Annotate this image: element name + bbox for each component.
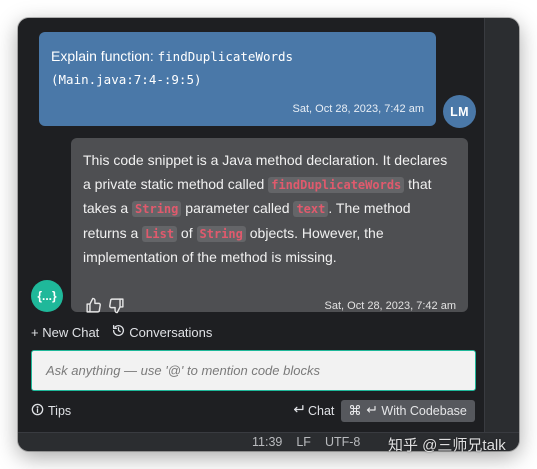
- code-chip: String: [132, 201, 182, 217]
- thumbs-down-icon[interactable]: [108, 297, 125, 314]
- code-chip: List: [142, 225, 178, 242]
- chat-input[interactable]: Ask anything — use '@' to mention code b…: [31, 350, 476, 391]
- user-message-bubble: Explain function: findDuplicateWords (Ma…: [39, 32, 436, 126]
- chat-toolbar: + New Chat Conversations: [31, 324, 212, 340]
- user-message-prefix: Explain function:: [51, 48, 158, 64]
- ide-chat-window: Explain function: findDuplicateWords (Ma…: [18, 18, 519, 451]
- chat-label: Chat: [308, 404, 335, 418]
- code-chip: findDuplicateWords: [268, 176, 405, 193]
- enter-icon: [365, 404, 377, 419]
- chat-send-button[interactable]: Chat: [292, 403, 334, 419]
- tips-button[interactable]: Tips: [31, 403, 71, 419]
- user-avatar: LM: [443, 95, 476, 128]
- info-icon: [31, 403, 44, 419]
- watermark-text: 知乎 @三师兄talk: [388, 437, 506, 454]
- user-message-location: (Main.java:7:4-:9:5): [51, 72, 202, 87]
- with-codebase-button[interactable]: With Codebase: [341, 400, 475, 422]
- assistant-message-bubble: This code snippet is a Java method decla…: [71, 138, 468, 314]
- history-icon: [112, 324, 125, 340]
- send-options: Chat With Codebase: [292, 400, 475, 422]
- assistant-message-text: This code snippet is a Java method decla…: [83, 149, 456, 270]
- assistant-message-timestamp: Sat, Oct 28, 2023, 7:42 am: [324, 300, 456, 312]
- assistant-text-part: of: [177, 224, 197, 241]
- line-ending[interactable]: LF: [296, 435, 311, 449]
- chat-panel: Explain function: findDuplicateWords (Ma…: [18, 18, 484, 432]
- assistant-text-part: parameter called: [181, 200, 294, 216]
- user-message-line: Explain function: findDuplicateWords: [51, 45, 424, 68]
- new-chat-button[interactable]: + New Chat: [31, 325, 99, 340]
- conversations-label: Conversations: [129, 324, 213, 340]
- right-tool-strip: [484, 18, 519, 432]
- conversations-button[interactable]: Conversations: [112, 324, 212, 340]
- cursor-position[interactable]: 11:39: [252, 435, 282, 449]
- thumbs-up-icon[interactable]: [85, 297, 102, 314]
- file-encoding[interactable]: UTF-8: [325, 435, 360, 449]
- command-icon: [349, 404, 361, 419]
- feedback-actions: [85, 297, 125, 314]
- user-message-function: findDuplicateWords: [157, 49, 294, 64]
- tips-label: Tips: [48, 404, 72, 418]
- code-chip: text: [293, 201, 329, 217]
- assistant-avatar: {...}: [31, 280, 63, 312]
- code-chip: String: [196, 225, 246, 242]
- user-message-timestamp: Sat, Oct 28, 2023, 7:42 am: [292, 103, 424, 115]
- with-codebase-label: With Codebase: [381, 404, 467, 418]
- enter-icon: [292, 403, 305, 419]
